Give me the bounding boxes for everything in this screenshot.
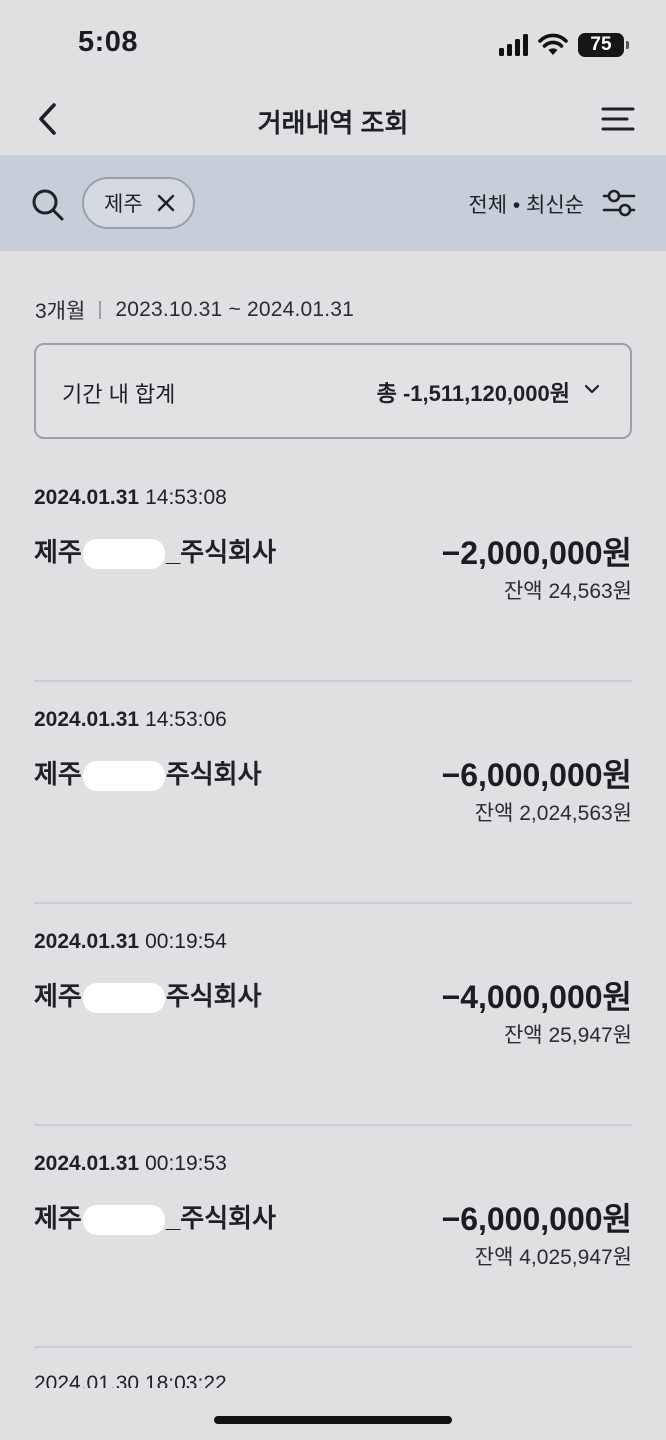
transaction-date: 2024.01.31 [34,930,140,953]
transaction-amount: −4,000,000원 [441,979,633,1015]
period-label: 3개월 [35,300,86,323]
transaction-balance: 잔액 24,563원 [503,580,632,603]
home-indicator[interactable] [214,1416,452,1424]
name-suffix: _주식회사 [165,1203,276,1233]
sliders-icon[interactable] [602,187,636,219]
transaction-balance: 잔액 2,024,563원 [474,802,632,825]
transaction-item[interactable]: 2024.01.31 00:19:53 제주 _주식회사 −6,000,000원 잔… [34,1126,632,1348]
transaction-time: 14:53:06 [145,708,227,731]
transaction-datetime: 2024.01.31 14:53:08 [34,486,227,510]
status-icons: 75 [499,30,629,60]
transaction-time: 00:19:53 [145,1152,227,1175]
divider [34,1346,632,1348]
redaction-mark [82,761,165,792]
redaction-mark [82,983,165,1014]
summary-label: 기간 내 합계 [62,382,176,407]
transaction-item[interactable]: 2024.01.31 14:53:06 제주 주식회사 −6,000,000원 잔액… [34,682,632,904]
transaction-item-partial[interactable]: 2024.01.30 18:03:22 [34,1372,334,1388]
transaction-item[interactable]: 2024.01.31 14:53:08 제주 _주식회사 −2,000,000원 잔… [34,460,632,682]
transaction-name: 제주 _주식회사 [34,532,276,570]
chevron-down-icon [584,384,600,394]
transaction-amount: −6,000,000원 [441,757,633,793]
name-prefix: 제주 [34,759,82,789]
sort-filter-button[interactable]: 전체 • 최신순 [468,189,584,219]
transaction-amount: −6,000,000원 [441,1201,633,1237]
transaction-time: 14:53:08 [145,486,227,509]
divider [99,301,102,319]
transaction-balance: 잔액 4,025,947원 [474,1246,632,1269]
transaction-name: 제주 주식회사 [34,754,262,792]
close-icon[interactable] [157,194,175,212]
period-range: 2023.10.31 ~ 2024.01.31 [115,298,355,321]
transaction-datetime: 2024.01.31 00:19:53 [34,1152,227,1176]
page-title: 거래내역 조회 [257,108,409,138]
redaction-mark [82,539,165,570]
name-suffix: 주식회사 [165,981,262,1011]
period-total-summary[interactable]: 기간 내 합계 총 -1,511,120,000원 [34,343,632,439]
status-bar: 5:08 75 [0,0,666,90]
name-prefix: 제주 [34,537,82,567]
wifi-icon [538,33,568,55]
status-time: 5:08 [78,26,139,58]
nav-bar: 거래내역 조회 [0,90,666,156]
chip-label: 제주 [104,193,143,216]
name-prefix: 제주 [34,1203,82,1233]
transaction-date: 2024.01.31 [34,1152,140,1175]
transaction-date: 2024.01.31 [34,708,140,731]
transaction-date: 2024.01.31 [34,486,140,509]
redaction-mark [82,1205,165,1236]
name-prefix: 제주 [34,981,82,1011]
transaction-datetime: 2024.01.31 14:53:06 [34,708,227,732]
transaction-balance: 잔액 25,947원 [503,1024,632,1047]
transaction-amount: −2,000,000원 [441,535,633,571]
transaction-datetime: 2024.01.31 00:19:54 [34,930,227,954]
battery-icon: 75 [578,33,629,57]
search-keyword-chip[interactable]: 제주 [82,177,195,229]
hamburger-menu-icon[interactable] [600,104,636,134]
search-icon[interactable] [30,187,66,223]
name-suffix: 주식회사 [165,759,262,789]
transaction-name: 제주 _주식회사 [34,1198,276,1236]
summary-total: 총 -1,511,120,000원 [376,381,570,406]
transaction-datetime: 2024.01.30 18:03:22 [34,1372,227,1388]
transaction-item[interactable]: 2024.01.31 00:19:54 제주 주식회사 −4,000,000원 잔액… [34,904,632,1126]
name-suffix: _주식회사 [165,537,276,567]
transaction-time: 00:19:54 [145,930,227,953]
cellular-signal-icon [499,34,528,56]
period-row: 3개월 2023.10.31 ~ 2024.01.31 [35,296,354,324]
transaction-name: 제주 주식회사 [34,976,262,1014]
filter-bar: 제주 전체 • 최신순 [0,155,666,251]
